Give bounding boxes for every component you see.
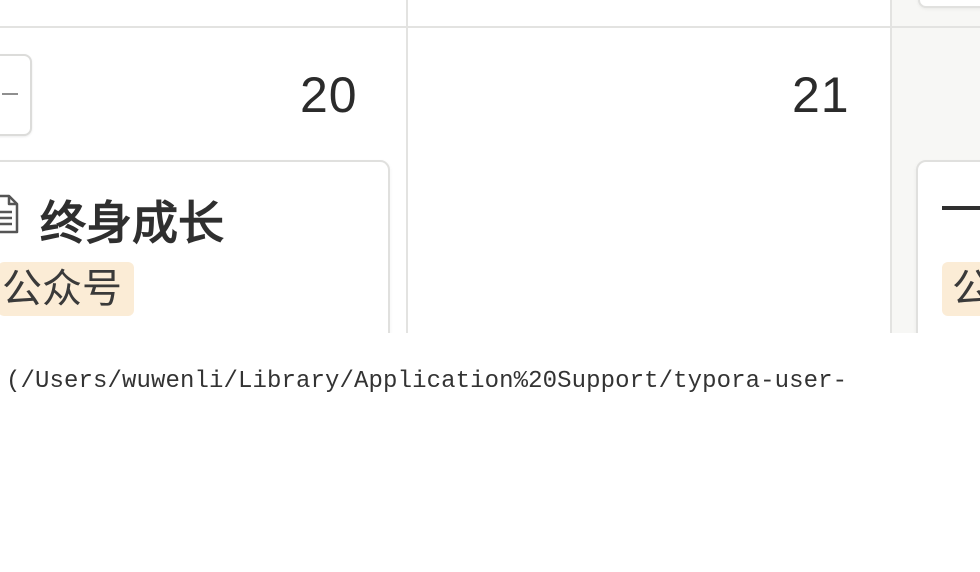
calendar-card-partial[interactable] (918, 0, 980, 8)
image-path-text: (/Users/wuwenli/Library/Application%20Su… (6, 368, 848, 395)
add-event-button[interactable] (0, 54, 32, 136)
calendar-event-card-partial[interactable]: 公 (916, 160, 980, 333)
event-tag: 公众号 (0, 262, 134, 316)
plus-icon (2, 93, 18, 95)
event-title-partial (942, 206, 980, 210)
column-divider (406, 0, 408, 333)
calendar-week-view: 20 21 终身成长 公众号 公 (0, 0, 980, 333)
event-title: 终身成长 (40, 196, 224, 250)
calendar-event-card[interactable]: 终身成长 公众号 (0, 160, 390, 333)
column-divider (890, 0, 892, 333)
document-icon (0, 194, 19, 234)
row-divider (0, 26, 980, 28)
day-number-21: 21 (792, 67, 850, 123)
day-number-20: 20 (300, 67, 358, 123)
event-tag-partial: 公 (942, 262, 980, 316)
